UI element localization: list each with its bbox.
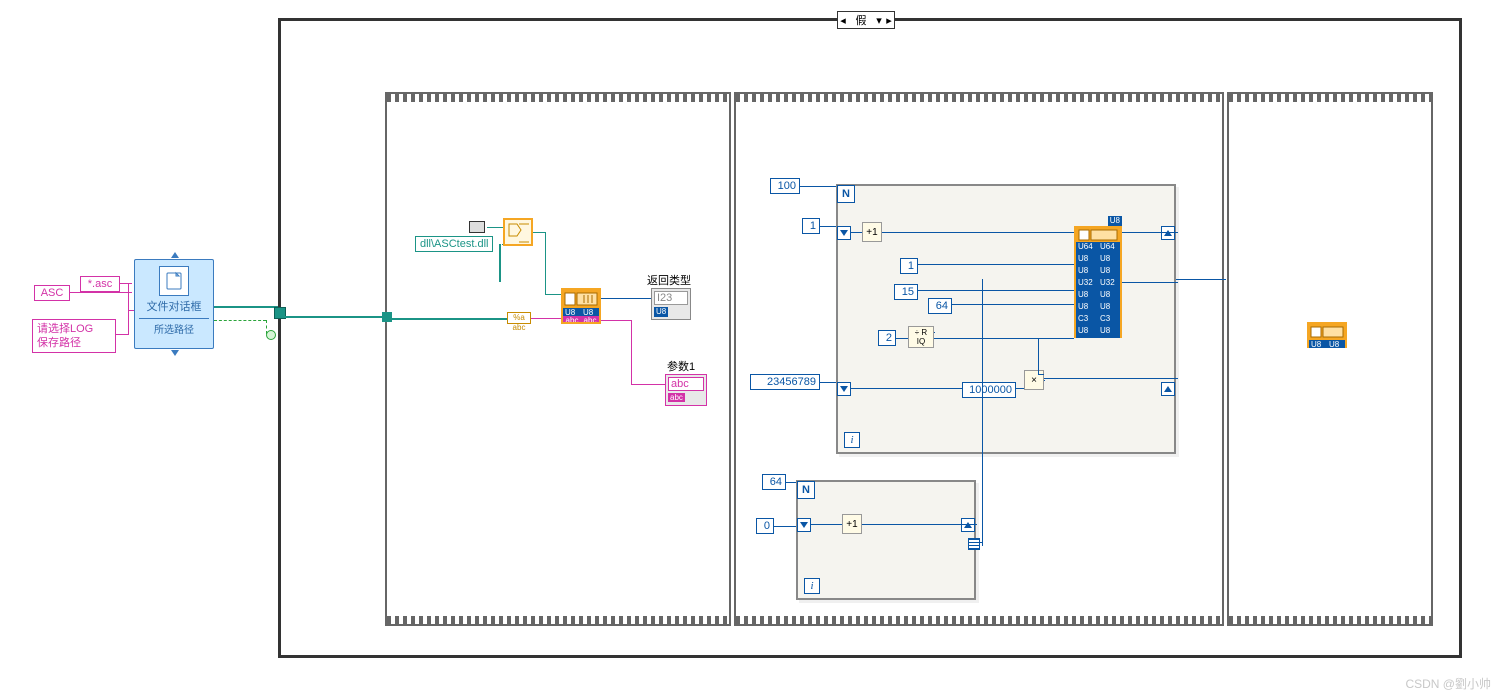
path-to-string-node[interactable]: %a abc — [507, 312, 531, 324]
const-15: 15 — [894, 284, 918, 300]
chevron-down-icon — [171, 350, 179, 356]
const-100: 100 — [770, 178, 800, 194]
const-0: 0 — [756, 518, 774, 534]
seq-frame-3: U8U8 — [1227, 92, 1433, 626]
build-path-node[interactable] — [503, 218, 533, 246]
for2-shift-right — [961, 518, 975, 532]
for1-shift-right-1 — [1161, 226, 1175, 240]
seq-frame-2: N i +1 1 15 64 2 ÷ R IQ — [734, 92, 1224, 626]
for2-shift-left — [797, 518, 811, 532]
for1-shift-right-2 — [1161, 382, 1175, 396]
file-dialog-express-vi[interactable]: 文件对话框 所选路径 — [134, 259, 214, 349]
for1-shift-left-1 — [837, 226, 851, 240]
increment-node-2[interactable]: +1 — [842, 514, 862, 534]
return-type-indicator[interactable]: I23 U8 — [651, 288, 691, 320]
for-loop-2[interactable]: N i +1 — [796, 480, 976, 600]
case-selector[interactable]: ◂ 假 ▾ ▸ — [837, 11, 895, 29]
const-shift-1: 1 — [802, 218, 820, 234]
call-library-node[interactable]: U8U8 abcabc — [561, 288, 601, 324]
seq-frame-1: dll\ASCtest.dll %a abc U8U8 abcabc 返回类型 … — [385, 92, 731, 626]
help-terminal — [266, 330, 276, 340]
for1-i-terminal: i — [844, 432, 860, 448]
folder-icon — [469, 221, 485, 233]
const-2: 2 — [878, 330, 896, 346]
frame1-tunnel-in — [382, 312, 392, 322]
chevron-up-icon — [171, 252, 179, 258]
quotient-remainder-node[interactable]: ÷ R IQ — [908, 326, 934, 348]
for-loop-1[interactable]: N i +1 1 15 64 2 ÷ R IQ — [836, 184, 1176, 454]
case-structure[interactable]: ◂ 假 ▾ ▸ dll\ASCtest.dll %a abc — [278, 18, 1462, 658]
case-selector-value: 假 — [848, 12, 874, 28]
dll-path: dll\ASCtest.dll — [415, 236, 493, 252]
for1-shift-left-2 — [837, 382, 851, 396]
autoindex-output — [968, 538, 980, 550]
for2-i-terminal: i — [804, 578, 820, 594]
for2-N-terminal: N — [797, 481, 815, 499]
prompt-line1: 请选择LOG — [37, 323, 93, 335]
for1-N-terminal: N — [837, 185, 855, 203]
file-dialog-title: 文件对话框 — [135, 298, 213, 314]
file-dialog-icon — [159, 266, 189, 296]
bundle-cluster-node[interactable]: U64U64U8U8U8U8U32U32U8U8U8U8C3C3U8U8 U8 — [1074, 226, 1122, 338]
param1-indicator[interactable]: abc abc — [665, 374, 707, 406]
const-64-loop2: 64 — [762, 474, 786, 490]
const-asc-filter: ASC — [34, 285, 70, 301]
const-64: 64 — [928, 298, 952, 314]
watermark: CSDN @劉小帅 — [1405, 675, 1491, 692]
call-library-node-2[interactable]: U8U8 — [1307, 322, 1347, 348]
const-prompt: 请选择LOG 保存路径 — [32, 319, 116, 353]
const-23456789: 23456789 — [750, 374, 820, 390]
multiply-node[interactable]: × — [1024, 370, 1044, 390]
prompt-line2: 保存路径 — [37, 337, 81, 349]
increment-node-1[interactable]: +1 — [862, 222, 882, 242]
return-type-label: 返回类型 — [647, 272, 691, 288]
const-1000000: 1000000 — [962, 382, 1016, 398]
const-asc-ext: *.asc — [80, 276, 120, 292]
file-dialog-footer: 所选路径 — [139, 318, 209, 336]
param1-label: 参数1 — [667, 358, 695, 374]
const-1: 1 — [900, 258, 918, 274]
